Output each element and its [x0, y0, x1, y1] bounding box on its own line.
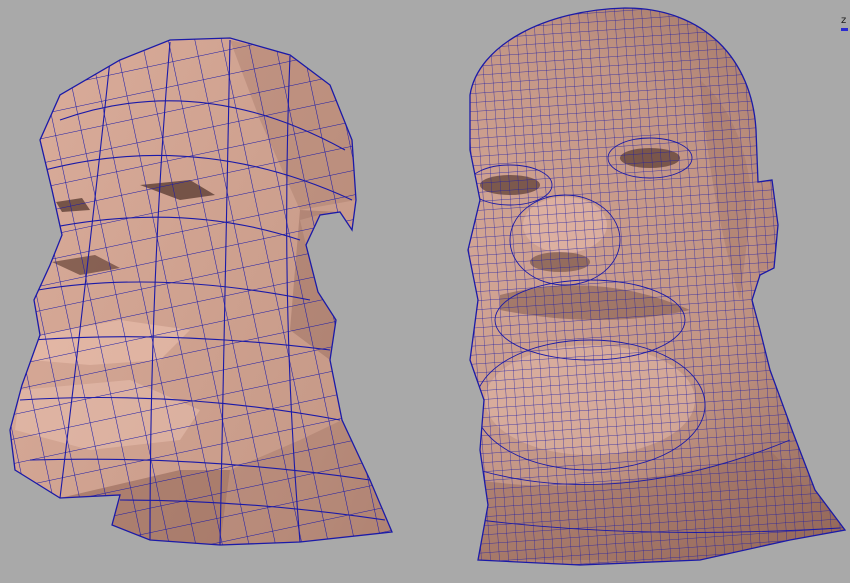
subdivided-head-mesh[interactable]: [0, 0, 850, 583]
3d-viewport[interactable]: z: [0, 0, 850, 583]
axis-indicator: z: [841, 16, 848, 31]
axis-indicator-icon: [841, 28, 848, 31]
axis-z-label: z: [841, 15, 847, 26]
